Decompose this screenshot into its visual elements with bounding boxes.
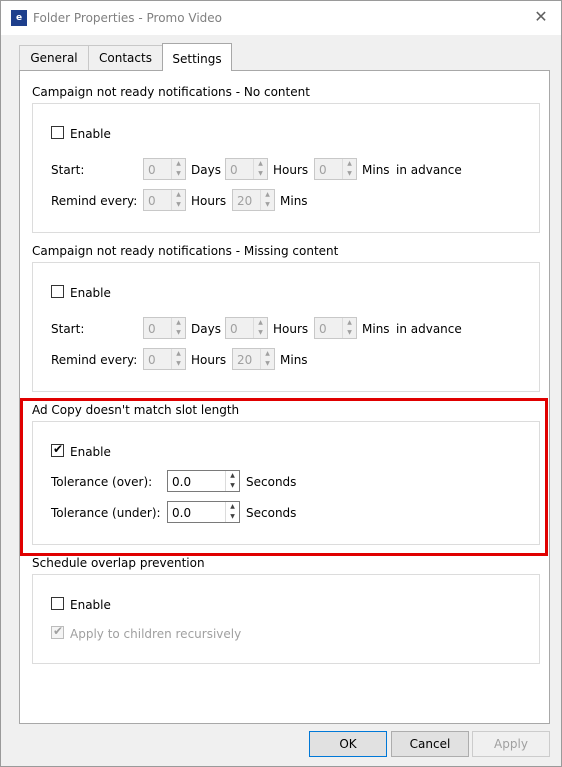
missing-content-days-label: Days xyxy=(191,322,221,336)
folder-properties-dialog: e Folder Properties - Promo Video ✕ Gene… xyxy=(0,0,562,767)
spin-down-icon[interactable]: ▼ xyxy=(226,481,239,491)
spinner-value: 0 xyxy=(148,353,156,367)
groupbox-schedule-overlap xyxy=(32,574,540,664)
missing-content-enable-checkbox[interactable] xyxy=(51,285,64,298)
no-content-remind-hours-spinner[interactable]: 0 ▲ ▼ xyxy=(143,189,186,211)
apply-children-checkbox: ✔ xyxy=(51,624,64,639)
spinner-value: 0 xyxy=(230,163,238,177)
tolerance-under-label: Tolerance (under): xyxy=(51,506,161,520)
no-content-enable-checkbox[interactable] xyxy=(51,126,64,139)
tolerance-over-label: Tolerance (over): xyxy=(51,475,153,489)
spin-up-icon[interactable]: ▲ xyxy=(261,349,274,359)
tolerance-over-seconds-label: Seconds xyxy=(246,475,297,489)
tab-general[interactable]: General xyxy=(19,45,89,70)
spin-down-icon[interactable]: ▼ xyxy=(226,512,239,522)
title-bar: e Folder Properties - Promo Video ✕ xyxy=(1,1,561,35)
no-content-mins-label: Mins xyxy=(362,163,390,177)
spin-down-icon[interactable]: ▼ xyxy=(172,359,185,369)
missing-content-mins-spinner[interactable]: 0 ▲ ▼ xyxy=(314,317,357,339)
missing-content-remind-label: Remind every: xyxy=(51,353,138,367)
cancel-button[interactable]: Cancel xyxy=(391,731,469,757)
tab-settings[interactable]: Settings xyxy=(162,43,232,71)
spin-down-icon[interactable]: ▼ xyxy=(254,328,267,338)
spin-up-icon[interactable]: ▲ xyxy=(172,190,185,200)
missing-content-hours-label: Hours xyxy=(273,322,309,336)
spin-up-icon[interactable]: ▲ xyxy=(261,190,274,200)
ad-copy-enable-checkbox[interactable]: ✔ xyxy=(51,442,64,457)
no-content-hours-label: Hours xyxy=(273,163,309,177)
spinner-value: 0.0 xyxy=(172,475,192,489)
spinner-value: 0 xyxy=(148,194,156,208)
window-title: Folder Properties - Promo Video xyxy=(33,11,223,25)
schedule-overlap-enable-checkbox[interactable] xyxy=(51,597,64,610)
checkmark-icon: ✔ xyxy=(53,442,64,456)
no-content-days-label: Days xyxy=(191,163,221,177)
no-content-mins-spinner[interactable]: 0 ▲ ▼ xyxy=(314,158,357,180)
missing-content-start-label: Start: xyxy=(51,322,85,336)
section-title-ad-copy: Ad Copy doesn't match slot length xyxy=(32,403,240,417)
section-title-missing-content: Campaign not ready notifications - Missi… xyxy=(32,244,339,258)
no-content-in-advance-label: in advance xyxy=(396,163,462,177)
spin-down-icon[interactable]: ▼ xyxy=(254,169,267,179)
spin-down-icon[interactable]: ▼ xyxy=(343,328,356,338)
schedule-overlap-enable-label: Enable xyxy=(70,598,111,612)
no-content-enable-label: Enable xyxy=(70,127,111,141)
no-content-remind-mins-spinner[interactable]: 20 ▲ ▼ xyxy=(232,189,275,211)
spin-down-icon[interactable]: ▼ xyxy=(261,359,274,369)
no-content-hours-spinner[interactable]: 0 ▲ ▼ xyxy=(225,158,268,180)
ad-copy-enable-label: Enable xyxy=(70,445,111,459)
close-icon[interactable]: ✕ xyxy=(531,7,551,27)
spin-up-icon[interactable]: ▲ xyxy=(172,349,185,359)
missing-content-remind-hours-label: Hours xyxy=(191,353,227,367)
tolerance-under-spinner[interactable]: 0.0 ▲ ▼ xyxy=(167,501,240,523)
apply-children-label: Apply to children recursively xyxy=(70,627,242,641)
spinner-value: 0 xyxy=(319,322,327,336)
spin-up-icon[interactable]: ▲ xyxy=(172,159,185,169)
no-content-remind-hours-label: Hours xyxy=(191,194,227,208)
spin-down-icon[interactable]: ▼ xyxy=(172,200,185,210)
spin-down-icon[interactable]: ▼ xyxy=(343,169,356,179)
spin-up-icon[interactable]: ▲ xyxy=(254,159,267,169)
spinner-value: 20 xyxy=(237,353,253,367)
spinner-value: 0 xyxy=(319,163,327,177)
no-content-start-label: Start: xyxy=(51,163,85,177)
no-content-remind-label: Remind every: xyxy=(51,194,138,208)
missing-content-mins-label: Mins xyxy=(362,322,390,336)
section-title-no-content: Campaign not ready notifications - No co… xyxy=(32,85,310,99)
checkmark-icon: ✔ xyxy=(53,624,64,638)
spin-up-icon[interactable]: ▲ xyxy=(226,471,239,481)
missing-content-hours-spinner[interactable]: 0 ▲ ▼ xyxy=(225,317,268,339)
spinner-value: 0 xyxy=(148,322,156,336)
spin-up-icon[interactable]: ▲ xyxy=(343,159,356,169)
app-icon: e xyxy=(11,10,27,26)
spinner-value: 20 xyxy=(237,194,253,208)
spin-up-icon[interactable]: ▲ xyxy=(226,502,239,512)
missing-content-remind-hours-spinner[interactable]: 0 ▲ ▼ xyxy=(143,348,186,370)
spin-down-icon[interactable]: ▼ xyxy=(172,328,185,338)
spinner-value: 0 xyxy=(148,163,156,177)
missing-content-in-advance-label: in advance xyxy=(396,322,462,336)
apply-button[interactable]: Apply xyxy=(472,731,550,757)
missing-content-days-spinner[interactable]: 0 ▲ ▼ xyxy=(143,317,186,339)
missing-content-enable-label: Enable xyxy=(70,286,111,300)
ok-button[interactable]: OK xyxy=(309,731,387,757)
spinner-value: 0.0 xyxy=(172,506,192,520)
spin-up-icon[interactable]: ▲ xyxy=(172,318,185,328)
missing-content-remind-mins-label: Mins xyxy=(280,353,308,367)
section-title-schedule-overlap: Schedule overlap prevention xyxy=(32,556,205,570)
no-content-days-spinner[interactable]: 0 ▲ ▼ xyxy=(143,158,186,180)
spin-down-icon[interactable]: ▼ xyxy=(172,169,185,179)
spin-down-icon[interactable]: ▼ xyxy=(261,200,274,210)
spin-up-icon[interactable]: ▲ xyxy=(254,318,267,328)
spinner-value: 0 xyxy=(230,322,238,336)
spin-up-icon[interactable]: ▲ xyxy=(343,318,356,328)
tab-contacts[interactable]: Contacts xyxy=(88,45,163,70)
missing-content-remind-mins-spinner[interactable]: 20 ▲ ▼ xyxy=(232,348,275,370)
tolerance-over-spinner[interactable]: 0.0 ▲ ▼ xyxy=(167,470,240,492)
tolerance-under-seconds-label: Seconds xyxy=(246,506,297,520)
no-content-remind-mins-label: Mins xyxy=(280,194,308,208)
